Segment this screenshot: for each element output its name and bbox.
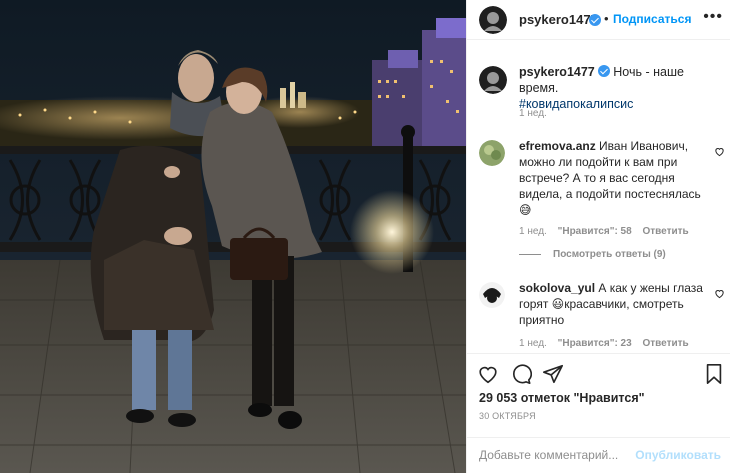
comment-item: sokolova_yul А как у жены глаза горят 😃к… (479, 280, 729, 349)
comment-emoji: 😅 (519, 203, 532, 217)
comment-reply-button[interactable]: Ответить (642, 226, 688, 237)
replies-divider-line (519, 253, 541, 255)
comment-likes[interactable]: "Нравится": 23 (558, 338, 632, 349)
author-avatar[interactable] (479, 6, 507, 34)
comment-likes[interactable]: "Нравится": 58 (558, 226, 632, 237)
caption-username[interactable]: psykero1477 (519, 65, 595, 79)
bookmark-icon[interactable] (703, 363, 725, 385)
post-header: psykero1477 • Подписаться ••• (467, 0, 730, 40)
add-comment-bar: Опубликовать (467, 437, 730, 473)
verified-badge-icon (597, 65, 610, 77)
heart-icon[interactable] (714, 146, 725, 157)
comment-meta: 1 нед. "Нравится": 58 Ответить (519, 226, 729, 237)
comment-icon[interactable] (510, 363, 532, 385)
comment-time[interactable]: 1 нед. (519, 226, 547, 237)
share-icon[interactable] (542, 363, 564, 385)
comment-emoji: 😃 (551, 297, 565, 311)
view-replies-button[interactable]: Посмотреть ответы (9) (519, 249, 666, 260)
couple-night-photo (0, 0, 466, 473)
header-separator: • (604, 11, 609, 26)
comment-time[interactable]: 1 нед. (519, 338, 547, 349)
caption-text-block: psykero1477 Ночь - наше время. #ковидапо… (519, 64, 719, 112)
author-username[interactable]: psykero1477 (519, 12, 598, 27)
likes-count[interactable]: 29 053 отметок "Нравится" (479, 391, 645, 405)
more-options-icon[interactable]: ••• (703, 8, 723, 26)
comment-text-block: efremova.anz Иван Иванович, можно ли под… (519, 138, 709, 218)
comment-item: efremova.anz Иван Иванович, можно ли под… (479, 138, 729, 237)
caption-avatar[interactable] (479, 66, 507, 94)
follow-button[interactable]: Подписаться (613, 12, 691, 26)
caption-timestamp[interactable]: 1 нед. (519, 108, 547, 119)
comment-username[interactable]: sokolova_yul (519, 281, 595, 295)
post-date: 30 ОКТЯБРЯ (479, 411, 536, 421)
verified-badge-icon (589, 14, 601, 26)
comment-text-block: sokolova_yul А как у жены глаза горят 😃к… (519, 280, 709, 328)
post-photo[interactable] (0, 0, 466, 473)
heart-icon[interactable] (714, 288, 725, 299)
comment-username[interactable]: efremova.anz (519, 139, 596, 153)
post-side-panel: psykero1477 • Подписаться ••• psykero147… (466, 0, 730, 473)
post-caption: psykero1477 Ночь - наше время. #ковидапо… (479, 64, 719, 112)
commenter-avatar[interactable] (479, 282, 505, 308)
comment-input[interactable] (479, 446, 639, 464)
comment-reply-button[interactable]: Ответить (642, 338, 688, 349)
comment-meta: 1 нед. "Нравится": 23 Ответить (519, 338, 729, 349)
view-replies-label: Посмотреть ответы (9) (553, 249, 666, 260)
heart-icon[interactable] (477, 363, 499, 385)
commenter-avatar[interactable] (479, 140, 505, 166)
publish-button[interactable]: Опубликовать (635, 448, 721, 462)
